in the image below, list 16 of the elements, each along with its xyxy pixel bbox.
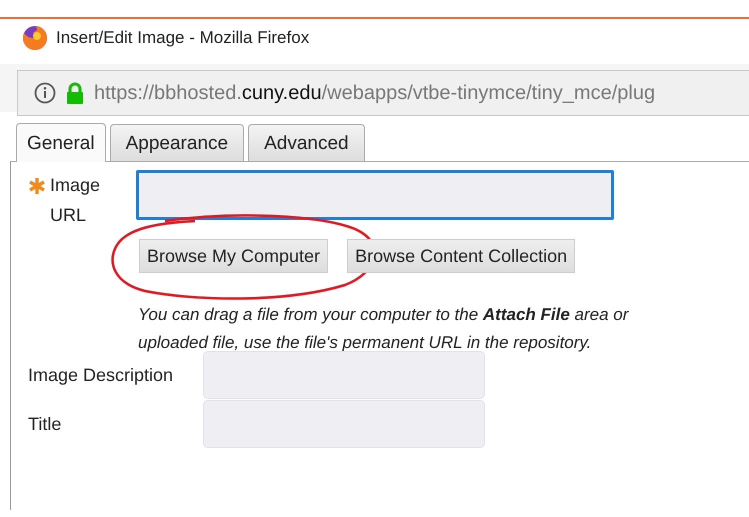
tab[interactable]: Advanced [248, 124, 365, 161]
browse-button[interactable]: Browse Content Collection [347, 239, 576, 273]
field-label: Image URL [50, 174, 102, 227]
image-url-field[interactable] [136, 170, 614, 220]
browse-button[interactable]: Browse My Computer [139, 239, 328, 273]
help-text: You can drag a file from your computer to the Attach File area or uploaded file, use the file's permanent URL in the repository. [138, 304, 630, 354]
field-label: Title [28, 414, 62, 435]
window-title: Insert/Edit Image - Mozilla Firefox [56, 28, 310, 48]
tab[interactable]: Appearance [110, 124, 244, 161]
field-label: Image Description [28, 365, 174, 386]
info-icon[interactable] [34, 82, 56, 104]
text-field[interactable] [203, 400, 485, 448]
tab[interactable]: General [16, 123, 106, 162]
text-field[interactable] [203, 351, 485, 399]
browser-logo-icon [22, 25, 48, 51]
lock-icon[interactable] [65, 82, 85, 104]
